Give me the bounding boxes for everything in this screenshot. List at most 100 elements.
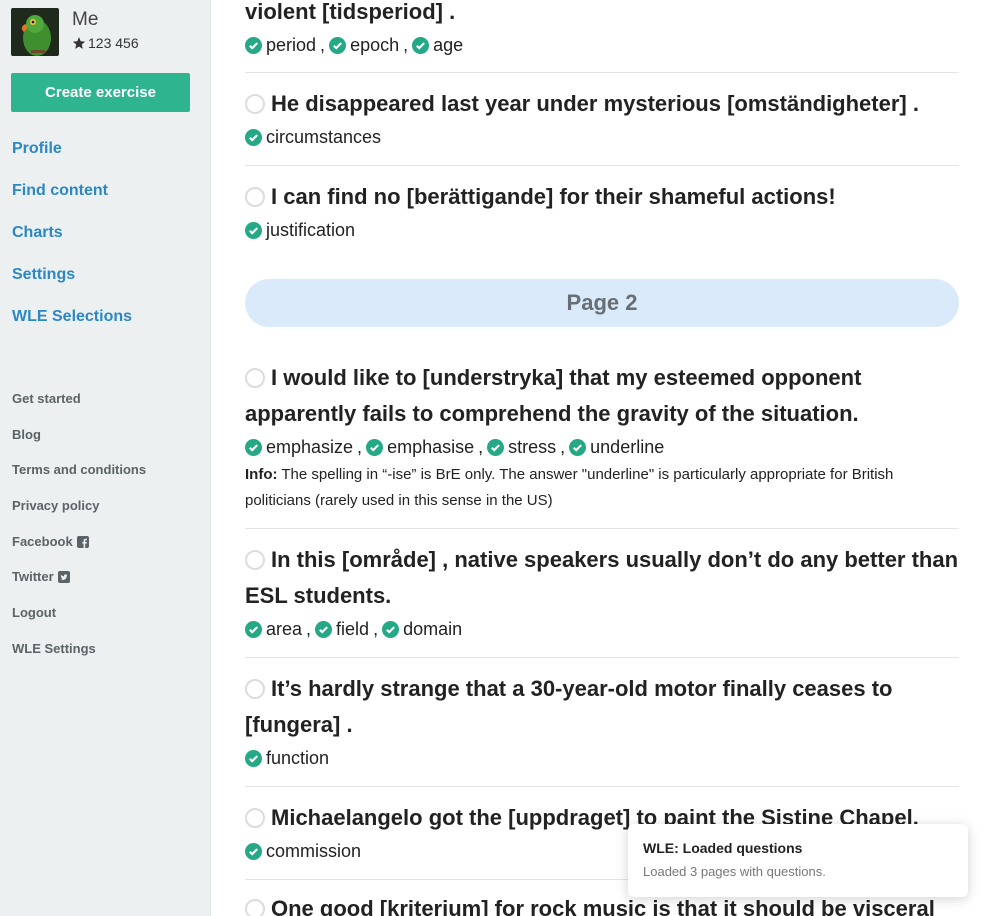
question-line: I would like to [understryka] that my es… [245,360,959,432]
question-radio[interactable] [245,808,265,828]
check-circle-icon [245,620,262,638]
answer: underline [569,437,664,458]
separator: , [357,436,363,457]
question-text: One good [kriterium] for rock music is t… [271,896,935,916]
twitter-icon [57,571,70,584]
question-radio[interactable] [245,368,265,388]
toast-message: Loaded 3 pages with questions. [643,864,826,879]
page-banner: Page 2 [245,279,959,327]
question-item: I can find no [berättigande] for their s… [245,179,959,249]
nav-terms[interactable]: Terms and conditions [12,452,146,488]
answer-text: underline [590,436,665,457]
answer-list: function [245,743,959,773]
nav-wle-settings-label: WLE Settings [12,640,96,656]
question-text: It’s hardly strange that a 30-year-old m… [245,676,893,737]
avatar[interactable] [11,8,59,56]
answer: area [245,619,302,640]
answer-text: age [433,34,464,55]
score-value: 123 456 [88,35,139,51]
answer-list: emphasize , emphasise , stress , underli… [245,432,959,462]
star-icon [72,37,86,49]
question-line: It’s hardly strange that a 30-year-old m… [245,671,959,743]
check-circle-icon [245,749,262,767]
answer: justification [245,220,355,241]
check-circle-icon [315,620,333,638]
check-circle-icon [245,128,262,146]
facebook-icon [76,535,89,548]
create-exercise-button[interactable]: Create exercise [11,73,190,112]
nav-profile[interactable]: Profile [12,138,132,180]
main-nav: Profile Find content Charts Settings WLE… [12,138,132,348]
separator: , [478,436,484,457]
answer: period [245,35,316,56]
info-text: The spelling in “-ise” is BrE only. The … [245,466,894,509]
question-line: In this [område] , native speakers usual… [245,542,959,614]
answer-text: epoch [350,34,400,55]
question-radio[interactable] [245,94,265,114]
answer: domain [382,619,462,640]
separator: , [373,618,379,639]
nav-find-content[interactable]: Find content [12,180,132,222]
answer-text: period [266,34,317,55]
nav-twitter-label: Twitter [12,569,54,585]
nav-facebook[interactable]: Facebook [12,524,146,560]
nav-logout[interactable]: Logout [12,595,146,631]
nav-twitter[interactable]: Twitter [12,559,146,595]
nav-wle-settings[interactable]: WLE Settings [12,631,146,667]
question-item: He disappeared last year under mysteriou… [245,86,959,166]
nav-settings[interactable]: Settings [12,264,132,306]
answer-list: circumstances [245,122,959,152]
question-item: violent [tidsperiod] . period , epoch , … [245,0,959,73]
user-name: Me [72,9,99,30]
answer-text: stress [508,436,557,457]
separator: , [306,618,312,639]
info-label: Info: [245,466,278,483]
nav-wle-selections[interactable]: WLE Selections [12,306,132,348]
question-info: Info: The spelling in “-ise” is BrE only… [245,462,959,514]
nav-charts[interactable]: Charts [12,222,132,264]
nav-blog-label: Blog [12,426,41,442]
answer-text: domain [403,618,463,639]
check-circle-icon [245,438,262,456]
question-radio[interactable] [245,679,265,699]
nav-terms-label: Terms and conditions [12,462,147,478]
answer: epoch [329,35,399,56]
separator: , [320,34,326,55]
answer-text: emphasise [387,436,475,457]
toast-notification[interactable]: WLE: Loaded questions Loaded 3 pages wit… [628,824,968,897]
check-circle-icon [487,438,505,456]
check-circle-icon [245,842,262,860]
nav-blog[interactable]: Blog [12,417,146,453]
question-radio[interactable] [245,550,265,570]
nav-privacy[interactable]: Privacy policy [12,488,146,524]
question-text: He disappeared last year under mysteriou… [271,91,919,116]
check-circle-icon [329,36,347,54]
question-radio[interactable] [245,899,265,916]
question-radio[interactable] [245,187,265,207]
question-item: In this [område] , native speakers usual… [245,542,959,658]
nav-get-started-label: Get started [12,390,81,406]
nav-get-started[interactable]: Get started [12,381,146,417]
toast-title: WLE: Loaded questions [643,840,803,856]
question-text: In this [område] , native speakers usual… [245,547,959,608]
answer: function [245,748,329,769]
answer: field [315,619,369,640]
sidebar: Me 123 456 Create exercise Profile Find … [0,0,211,916]
question-text: I can find no [berättigande] for their s… [271,184,836,209]
nav-logout-label: Logout [12,604,57,620]
question-line: I can find no [berättigande] for their s… [245,179,959,215]
answer: age [412,35,463,56]
answer: emphasize [245,437,353,458]
nav-facebook-label: Facebook [12,533,73,549]
answer-list: period , epoch , age [245,30,959,60]
answer-text: function [266,747,330,768]
answer-text: emphasize [266,436,354,457]
check-circle-icon [569,438,587,456]
check-circle-icon [412,36,430,54]
answer-text: field [336,618,370,639]
answer-list: area , field , domain [245,614,959,644]
question-item: It’s hardly strange that a 30-year-old m… [245,671,959,787]
question-text: violent [tidsperiod] . [245,0,456,24]
question-line: He disappeared last year under mysteriou… [245,86,959,122]
answer-text: area [266,618,303,639]
